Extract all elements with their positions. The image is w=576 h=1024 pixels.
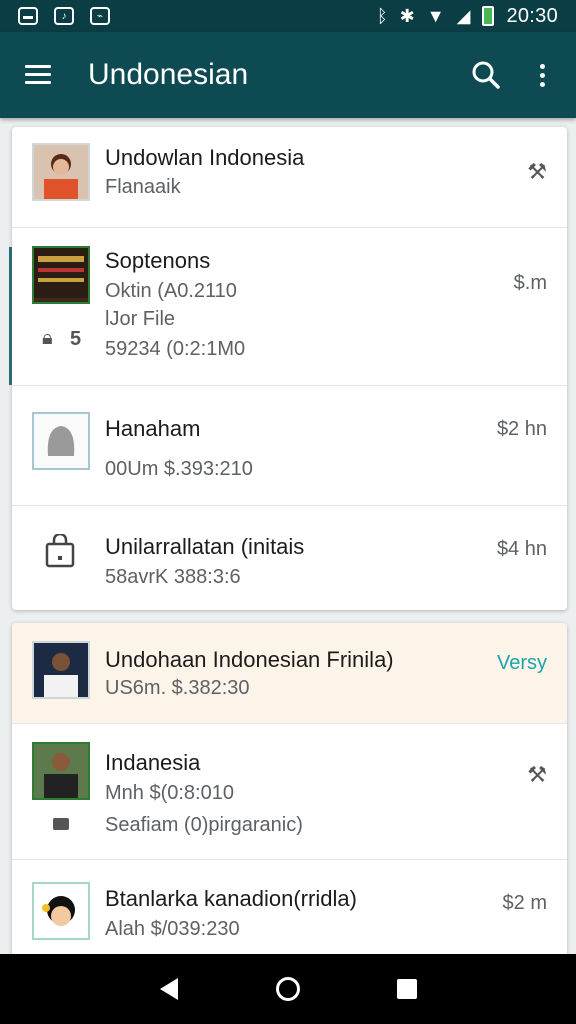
more-options-button[interactable]: [514, 47, 570, 103]
home-button[interactable]: [266, 967, 310, 1011]
item-title: Hanaham: [105, 416, 201, 441]
list-item[interactable]: Unilarrallatan (initais 58avrK 388:3:6 $…: [12, 506, 567, 610]
list-item[interactable]: Hanaham 00Um $.393:210 $2 hn: [12, 386, 567, 506]
bag-icon: [45, 534, 75, 568]
list-card: Undohaan Indonesian Frinila) US6m. $.382…: [12, 623, 567, 963]
avatar: [32, 412, 90, 470]
item-line3: lJor File: [105, 308, 176, 330]
album-art: [32, 246, 90, 304]
item-title: Undowlan Indonesia: [105, 145, 305, 170]
list-item[interactable]: Indanesia Mnh $(0:8:010 Seafiam (0)pirga…: [12, 724, 567, 860]
clock: 20:30: [506, 4, 558, 27]
message-icon: ▬: [18, 7, 38, 25]
app-title: Undonesian: [88, 58, 249, 91]
item-line3: Seafiam (0)pirgaranic): [105, 814, 303, 836]
selection-indicator: [9, 247, 12, 385]
pin-icon[interactable]: ⚒: [527, 762, 547, 788]
avatar: [32, 641, 90, 699]
item-subtitle: 58avrK 388:3:6: [105, 566, 241, 588]
item-title: Undohaan Indonesian Frinila): [105, 647, 394, 672]
list-item-highlighted[interactable]: Undohaan Indonesian Frinila) US6m. $.382…: [12, 623, 567, 724]
home-icon: [275, 977, 300, 1001]
signal-icon: ◢: [456, 5, 471, 26]
pin-icon[interactable]: ⚒: [527, 159, 547, 185]
item-meta: $2 m: [502, 892, 547, 914]
bluetooth-icon: ᛒ: [376, 5, 388, 26]
more-icon: [539, 63, 545, 87]
image-icon: ♪: [54, 7, 74, 25]
wifi-icon: ▼: [426, 5, 445, 26]
search-button[interactable]: [458, 47, 514, 103]
avatar: [32, 143, 90, 201]
search-icon: [472, 61, 500, 89]
badge-count: 5: [70, 328, 82, 350]
back-button[interactable]: [147, 967, 191, 1011]
avatar: [32, 742, 90, 800]
item-title: Unilarrallatan (initais: [105, 534, 305, 559]
item-title: Indanesia: [105, 750, 201, 775]
battery-icon: [482, 6, 495, 26]
list-item[interactable]: Undowlan Indonesia Flanaaik ⚒: [12, 127, 567, 228]
vibrate-icon: ✱: [399, 5, 415, 26]
item-subtitle: Flanaaik: [105, 176, 181, 198]
list-item[interactable]: Btanlarka kanadion(rridla) Alah $/039:23…: [12, 860, 567, 963]
menu-button[interactable]: [0, 32, 76, 118]
status-bar: ▬ ♪ ⌁ ᛒ ✱ ▼ ◢ 20:30: [0, 0, 576, 32]
gallery-icon: ⌁: [90, 7, 110, 25]
navigation-bar: [0, 954, 576, 1024]
item-subtitle: Mnh $(0:8:010: [105, 782, 234, 804]
item-line4: 59234 (0:2:1M0: [105, 338, 246, 360]
recents-icon: [396, 979, 417, 999]
recents-button[interactable]: [385, 967, 429, 1011]
app-bar: Undonesian: [0, 32, 576, 118]
item-meta: $4 hn: [496, 538, 547, 560]
back-icon: [160, 978, 179, 1000]
item-meta: $.m: [513, 272, 547, 294]
item-meta: Versy: [496, 652, 547, 674]
lock-icon: 🔒︎: [42, 327, 53, 349]
item-subtitle: Alah $/039:230: [105, 918, 240, 940]
folder-icon: [53, 818, 69, 830]
item-title: Btanlarka kanadion(rridla): [105, 886, 357, 911]
item-subtitle: US6m. $.382:30: [105, 677, 250, 699]
item-subtitle: Oktin (A0.2110: [105, 280, 237, 302]
avatar: [32, 882, 90, 940]
item-meta: $2 hn: [496, 418, 547, 440]
list-card: Undowlan Indonesia Flanaaik ⚒ Soptenons …: [12, 127, 567, 610]
list-item[interactable]: Soptenons Oktin (A0.2110 lJor File 59234…: [12, 228, 567, 386]
item-title: Soptenons: [105, 248, 211, 273]
menu-icon: [25, 65, 51, 85]
item-subtitle: 00Um $.393:210: [105, 458, 253, 480]
